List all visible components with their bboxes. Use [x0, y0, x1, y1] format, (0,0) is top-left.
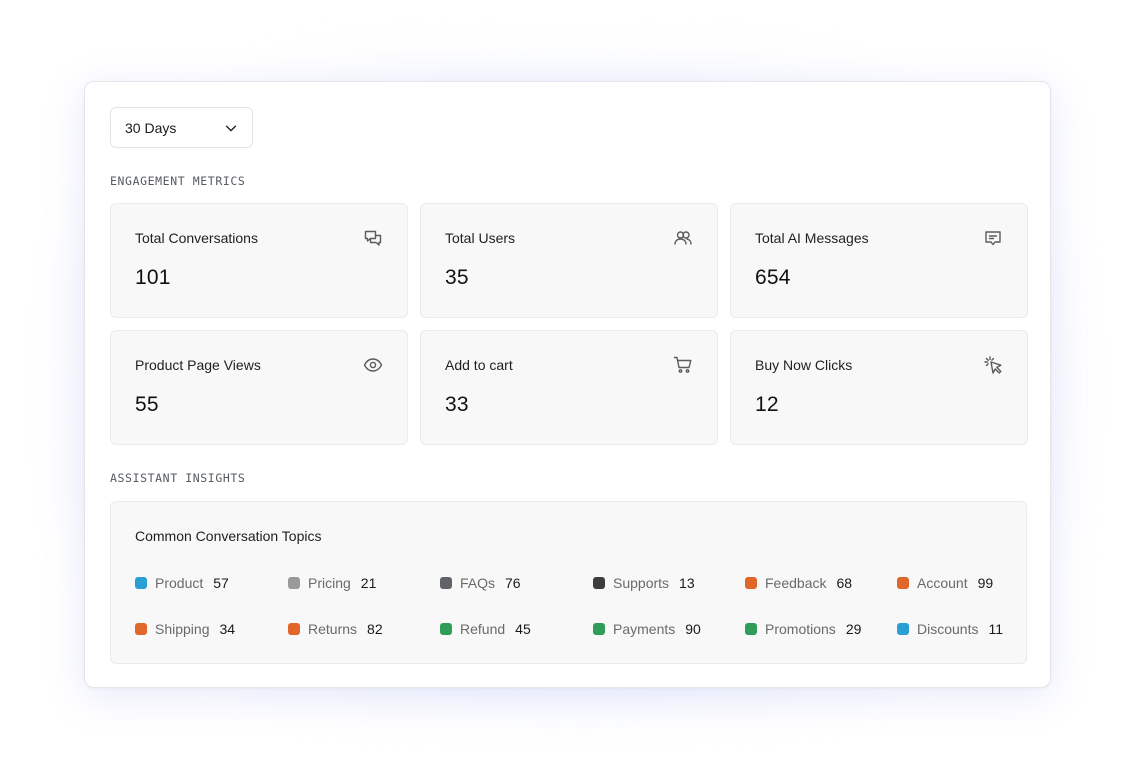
- metric-card-total-conversations: Total Conversations 101: [110, 203, 408, 318]
- topic-color-swatch: [745, 623, 757, 635]
- topic-count: 21: [360, 575, 377, 591]
- topic-item-shipping: Shipping 34: [135, 621, 235, 637]
- chevron-down-icon: [225, 125, 237, 131]
- topic-color-swatch: [135, 577, 147, 589]
- metric-value: 12: [755, 393, 779, 416]
- topic-count: 57: [213, 575, 229, 591]
- topic-item-promotions: Promotions 29: [745, 621, 861, 637]
- eye-icon: [363, 355, 383, 375]
- topic-count: 11: [988, 621, 1004, 637]
- topic-item-faqs: FAQs 76: [440, 575, 521, 591]
- topic-name: FAQs: [460, 575, 496, 591]
- metric-card-add-to-cart: Add to cart 33: [420, 330, 718, 445]
- topic-count: 13: [679, 575, 695, 591]
- topic-item-pricing: Pricing 21: [288, 575, 376, 591]
- topic-name: Payments: [613, 621, 676, 637]
- topic-count: 45: [515, 621, 531, 637]
- topic-color-swatch: [135, 623, 147, 635]
- metric-card-product-page-views: Product Page Views 55: [110, 330, 408, 445]
- metric-title: Product Page Views: [135, 357, 261, 373]
- cursor-click-icon: [983, 355, 1003, 375]
- topic-color-swatch: [593, 577, 605, 589]
- conversation-topics-card: Common Conversation Topics Product 57 Pric…: [110, 501, 1027, 664]
- topic-color-swatch: [897, 623, 909, 635]
- topic-color-swatch: [440, 577, 452, 589]
- topic-item-discounts: Discounts 11: [897, 621, 1003, 637]
- date-range-value: 30 Days: [125, 119, 177, 136]
- topic-name: Feedback: [765, 575, 827, 591]
- topic-count: 99: [977, 575, 994, 591]
- topic-item-account: Account 99: [897, 575, 993, 591]
- topic-item-returns: Returns 82: [288, 621, 383, 637]
- date-range-select[interactable]: 30 Days: [110, 107, 253, 148]
- metric-card-buy-now-clicks: Buy Now Clicks 12: [730, 330, 1028, 445]
- message-icon: [983, 228, 1003, 248]
- metric-title: Total AI Messages: [755, 230, 869, 246]
- metric-value: 101: [135, 266, 171, 289]
- topic-name: Pricing: [308, 575, 351, 591]
- topic-count: 76: [505, 575, 521, 591]
- metric-title: Total Conversations: [135, 230, 258, 246]
- topic-color-swatch: [288, 623, 300, 635]
- metric-title: Total Users: [445, 230, 516, 246]
- metric-value: 55: [135, 393, 159, 416]
- topic-count: 82: [367, 621, 383, 637]
- topic-item-refund: Refund 45: [440, 621, 531, 637]
- topic-color-swatch: [745, 577, 757, 589]
- metric-card-total-users: Total Users 35: [420, 203, 718, 318]
- topic-item-product: Product 57: [135, 575, 229, 591]
- insights-section-label: ASSISTANT INSIGHTS: [110, 471, 246, 485]
- topic-color-swatch: [440, 623, 452, 635]
- engagement-section-label: ENGAGEMENT METRICS: [110, 174, 246, 188]
- topic-count: 68: [836, 575, 853, 591]
- topic-item-supports: Supports 13: [593, 575, 695, 591]
- topic-count: 34: [219, 621, 236, 637]
- metric-value: 654: [755, 266, 791, 289]
- topic-name: Promotions: [765, 621, 836, 637]
- topic-name: Product: [155, 575, 204, 591]
- topic-color-swatch: [288, 577, 300, 589]
- metric-title: Add to cart: [445, 357, 513, 373]
- dashboard-panel: 30 Days ENGAGEMENT METRICS Total Convers…: [84, 81, 1051, 688]
- metric-value: 33: [445, 393, 469, 416]
- metrics-grid: Total Conversations 101 Total Users 35 T…: [110, 203, 1028, 445]
- topic-name: Account: [917, 575, 968, 591]
- topic-item-payments: Payments 90: [593, 621, 701, 637]
- topic-count: 90: [685, 621, 701, 637]
- conversation-topics-title: Common Conversation Topics: [135, 528, 322, 544]
- topic-name: Refund: [460, 621, 506, 637]
- topic-item-feedback: Feedback 68: [745, 575, 852, 591]
- cart-icon: [673, 355, 693, 375]
- metric-value: 35: [445, 266, 469, 289]
- metric-card-total-ai-messages: Total AI Messages 654: [730, 203, 1028, 318]
- topic-name: Discounts: [917, 621, 979, 637]
- topic-name: Returns: [308, 621, 358, 637]
- topic-name: Shipping: [155, 621, 210, 637]
- topic-color-swatch: [593, 623, 605, 635]
- topic-color-swatch: [897, 577, 909, 589]
- topic-count: 29: [845, 621, 862, 637]
- users-icon: [673, 228, 693, 248]
- topic-name: Supports: [613, 575, 670, 591]
- chat-bubbles-icon: [363, 228, 383, 248]
- metric-title: Buy Now Clicks: [755, 357, 853, 373]
